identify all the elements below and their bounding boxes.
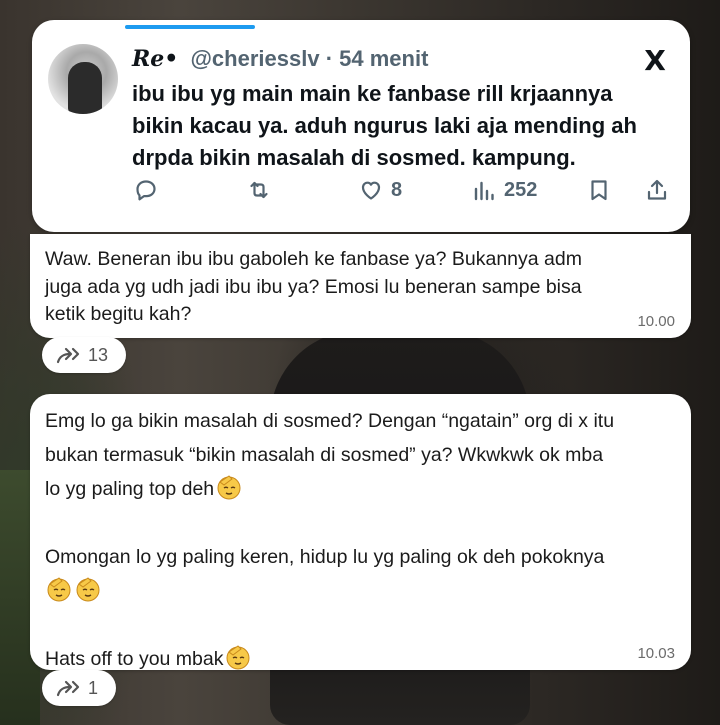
bookmark-button[interactable] <box>587 176 611 204</box>
tweet-time[interactable]: 54 menit <box>339 46 428 71</box>
views-button[interactable]: 252 <box>472 176 537 204</box>
forward-icon <box>56 347 80 364</box>
x-logo-icon[interactable]: X <box>640 46 670 76</box>
message-timestamp: 10.03 <box>637 645 675 662</box>
message-timestamp: 10.00 <box>637 313 675 330</box>
message-line: juga ada yg udh jadi ibu ibu ya? Emosi l… <box>45 275 582 298</box>
tweet-header: Re• @cheriesslv · 54 menit <box>132 46 428 72</box>
like-button[interactable]: 8 <box>359 176 402 204</box>
message-line-with-emoji: lo yg paling top deh <box>45 472 685 506</box>
like-count: 8 <box>391 178 403 201</box>
reply-icon <box>136 180 156 201</box>
message-line-text: lo yg paling top deh <box>45 478 215 500</box>
tweet-handle[interactable]: @cheriesslv <box>190 46 319 71</box>
message-line: Waw. Beneran ibu ibu gaboleh ke fanbase … <box>45 248 582 270</box>
message-text: Waw. Beneran ibu ibu gaboleh ke fanbase … <box>45 246 685 329</box>
tweet-text: ibu ibu yg main main ke fanbase rill krj… <box>132 78 662 174</box>
share-icon <box>647 179 667 200</box>
forward-count-badge[interactable]: 1 <box>42 670 116 706</box>
avatar[interactable] <box>48 44 118 114</box>
message-emoji-line <box>45 574 685 608</box>
message-line-with-emoji: Hats off to you mbak <box>45 642 685 676</box>
tweet-text-line: bikin kacau ya. aduh ngurus laki aja men… <box>132 113 637 138</box>
views-icon <box>474 181 494 201</box>
message-text: Emg lo ga bikin masalah di sosmed? Denga… <box>45 404 685 676</box>
message-line: ketik begitu kah? <box>45 303 192 325</box>
forward-icon <box>56 680 80 697</box>
tweet-text-line: drpda bikin masalah di sosmed. kampung. <box>132 145 576 170</box>
message-line: Emg lo ga bikin masalah di sosmed? Denga… <box>45 410 615 432</box>
bookmark-icon <box>591 180 607 201</box>
message-line <box>45 506 685 540</box>
tweet-text-line: ibu ibu yg main main ke fanbase rill krj… <box>132 81 613 106</box>
tweet-display-name[interactable]: Re• <box>132 46 178 72</box>
tweet-accent-bar <box>125 25 255 29</box>
views-count: 252 <box>504 178 538 201</box>
saluting-face-icon <box>226 645 250 670</box>
saluting-face-icon <box>47 577 71 602</box>
forward-count: 13 <box>88 344 109 365</box>
tweet-separator: · <box>325 46 334 71</box>
reply-button[interactable] <box>134 176 158 204</box>
message-bubble[interactable]: Waw. Beneran ibu ibu gaboleh ke fanbase … <box>30 234 691 338</box>
message-line <box>45 608 685 642</box>
message-line: Omongan lo yg paling keren, hidup lu yg … <box>45 546 605 568</box>
retweet-button[interactable] <box>247 176 271 204</box>
forward-count-badge[interactable]: 13 <box>42 337 126 373</box>
avatar-figure <box>68 62 102 114</box>
saluting-face-icon <box>76 577 100 602</box>
share-button[interactable] <box>645 176 669 204</box>
message-line-text: Hats off to you mbak <box>45 648 224 670</box>
message-bubble[interactable]: Emg lo ga bikin masalah di sosmed? Denga… <box>30 394 691 670</box>
heart-icon <box>361 181 381 200</box>
retweet-icon <box>250 181 268 199</box>
message-line: bukan termasuk “bikin masalah di sosmed”… <box>45 444 604 466</box>
saluting-face-icon <box>217 475 241 500</box>
forward-count: 1 <box>88 677 99 698</box>
